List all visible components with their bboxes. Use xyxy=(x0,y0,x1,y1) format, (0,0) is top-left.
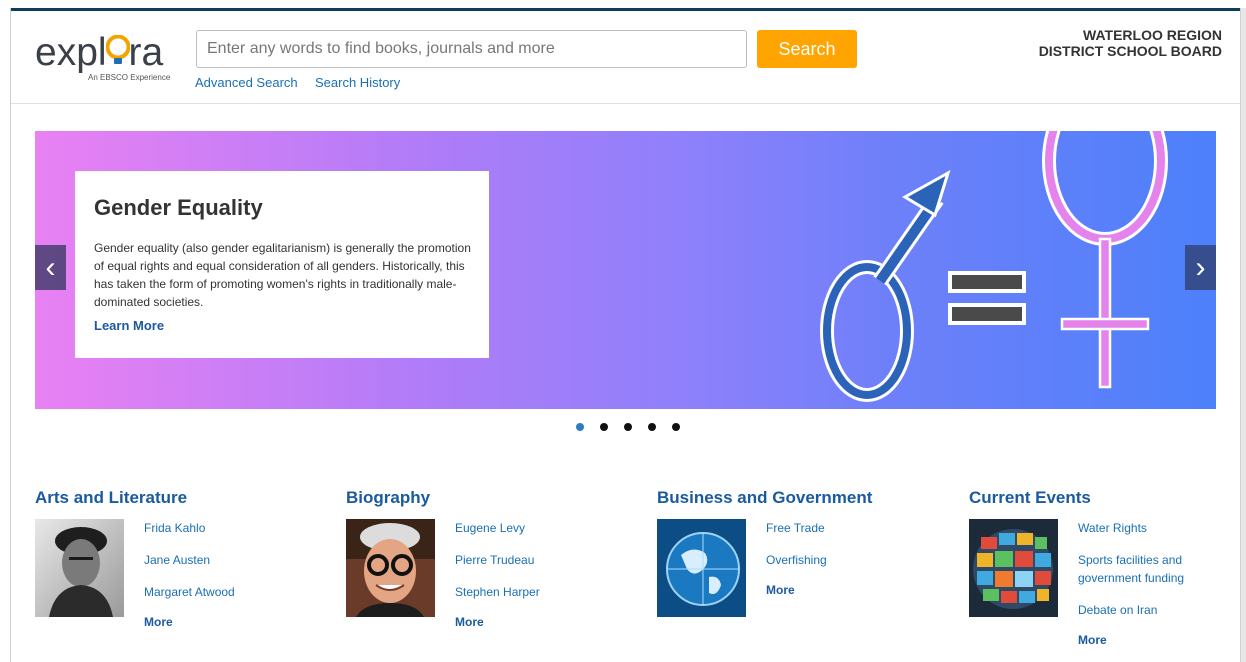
logo-text-end: ra xyxy=(128,31,164,74)
category-link[interactable]: Overfishing xyxy=(766,551,916,569)
category-biography: Biography Eugene Levy Pierre Trudeau Ste… xyxy=(346,488,606,629)
category-title[interactable]: Arts and Literature xyxy=(35,488,295,510)
category-business-and-government: Business and Government Free Trade Overf… xyxy=(657,488,917,617)
category-link[interactable]: Pierre Trudeau xyxy=(455,551,605,569)
category-links: Water Rights Sports facilities and gover… xyxy=(1078,519,1228,647)
category-current-events: Current Events Water Rights Sports facil… xyxy=(969,488,1229,647)
category-link[interactable]: Eugene Levy xyxy=(455,519,605,537)
category-link[interactable]: Frida Kahlo xyxy=(144,519,294,537)
globe-icon xyxy=(657,519,746,617)
category-link[interactable]: Stephen Harper xyxy=(455,583,605,601)
screens-globe-image[interactable] xyxy=(969,519,1058,617)
search-history-link[interactable]: Search History xyxy=(315,75,400,90)
logo-wordmark: expl ra xyxy=(35,31,163,75)
slide-title: Gender Equality xyxy=(94,195,263,220)
category-title[interactable]: Biography xyxy=(346,488,606,510)
slide-card: Gender Equality Gender equality (also ge… xyxy=(75,171,489,358)
more-link[interactable]: More xyxy=(1078,633,1228,647)
category-arts-and-literature: Arts and Literature Frida Kahlo Jane Aus… xyxy=(35,488,295,629)
category-link[interactable]: Debate on Iran xyxy=(1078,601,1228,619)
gender-equality-symbols-icon xyxy=(820,131,1168,402)
site-header: explra An EBSCO Experience Search Advanc… xyxy=(11,11,1240,104)
slide-description: Gender equality (also gender egalitarian… xyxy=(94,241,471,309)
category-link[interactable]: Jane Austen xyxy=(144,551,294,569)
carousel-dot-1[interactable] xyxy=(576,423,584,431)
portrait-icon xyxy=(35,519,124,617)
carousel-prev-button[interactable]: ‹ xyxy=(35,245,66,290)
chevron-left-icon: ‹ xyxy=(45,251,56,284)
category-links: Frida Kahlo Jane Austen Margaret Atwood … xyxy=(144,519,294,629)
category-title[interactable]: Business and Government xyxy=(657,488,917,510)
category-link[interactable]: Water Rights xyxy=(1078,519,1228,537)
learn-more-link[interactable]: Learn More xyxy=(94,318,164,333)
scrollbar[interactable] xyxy=(1240,8,1246,662)
portrait-icon xyxy=(346,519,435,617)
category-link[interactable]: Margaret Atwood xyxy=(144,583,294,601)
category-links: Eugene Levy Pierre Trudeau Stephen Harpe… xyxy=(455,519,605,629)
logo-tagline: An EBSCO Experience xyxy=(88,73,171,82)
carousel-dot-4[interactable] xyxy=(648,423,656,431)
globe-image[interactable] xyxy=(657,519,746,617)
search-input[interactable] xyxy=(196,30,747,68)
logo-text-start: expl xyxy=(35,31,107,74)
explora-logo[interactable]: expl ra An EBSCO Experience xyxy=(35,31,185,91)
carousel-dot-3[interactable] xyxy=(624,423,632,431)
carousel-dot-2[interactable] xyxy=(600,423,608,431)
lightbulb-icon xyxy=(105,34,131,64)
carousel-next-button[interactable]: › xyxy=(1185,245,1216,290)
tv-screens-icon xyxy=(969,519,1058,617)
more-link[interactable]: More xyxy=(766,583,916,597)
category-link[interactable]: Sports facilities and government funding xyxy=(1078,551,1228,587)
category-links: Free Trade Overfishing More xyxy=(766,519,916,597)
carousel-dot-5[interactable] xyxy=(672,423,680,431)
advanced-search-link[interactable]: Advanced Search xyxy=(195,75,298,90)
eugene-levy-portrait-image[interactable] xyxy=(346,519,435,617)
organization-name: WATERLOO REGION DISTRICT SCHOOL BOARD xyxy=(1038,27,1222,59)
chevron-right-icon: › xyxy=(1195,251,1206,284)
category-link[interactable]: Free Trade xyxy=(766,519,916,537)
category-title[interactable]: Current Events xyxy=(969,488,1229,510)
more-link[interactable]: More xyxy=(144,615,294,629)
search-button[interactable]: Search xyxy=(757,30,857,68)
more-link[interactable]: More xyxy=(455,615,605,629)
featured-carousel: Gender Equality Gender equality (also ge… xyxy=(35,131,1216,409)
left-frame-line xyxy=(10,8,11,662)
frida-kahlo-portrait-image[interactable] xyxy=(35,519,124,617)
